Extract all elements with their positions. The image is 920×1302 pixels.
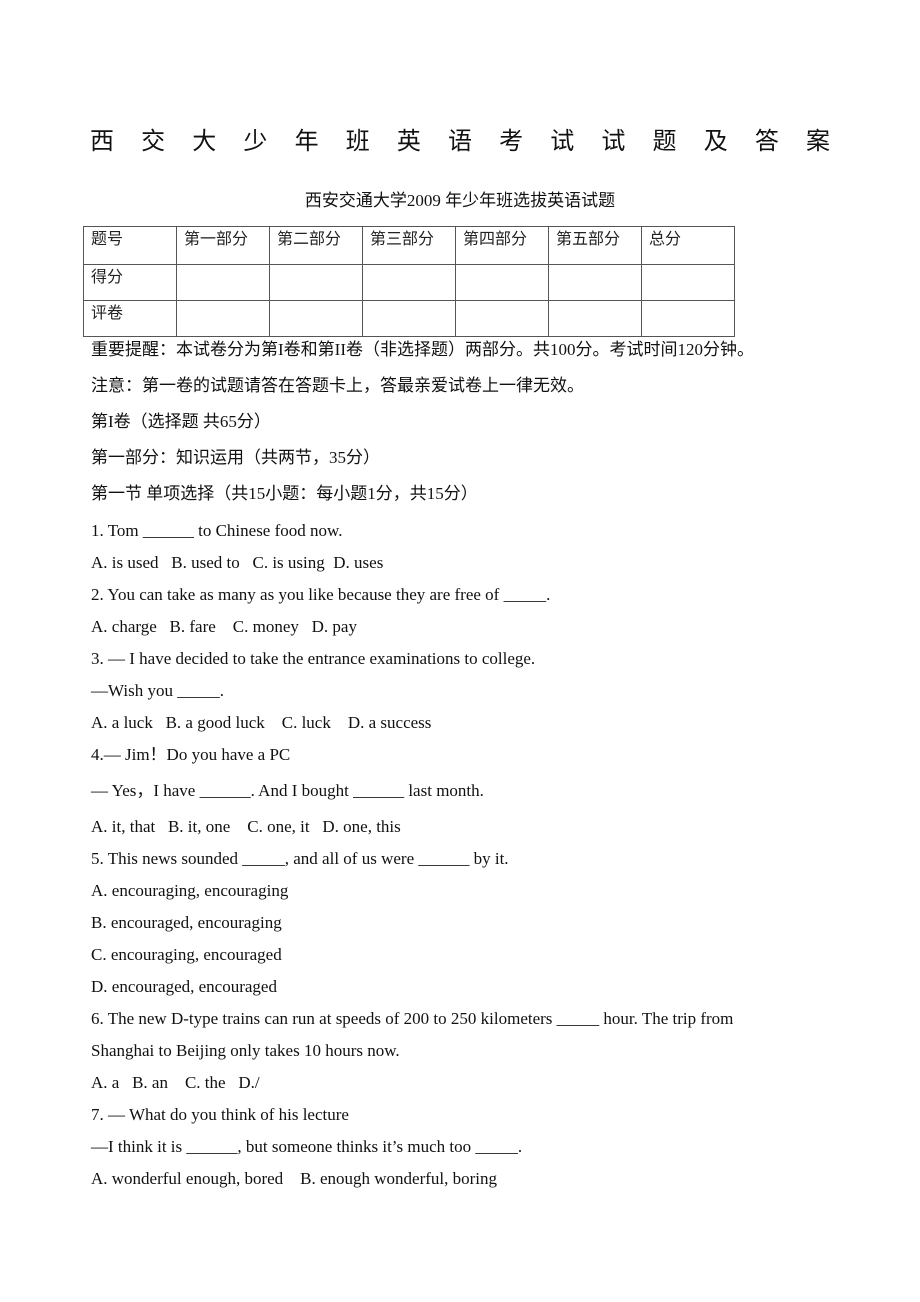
title-char: 考 xyxy=(499,127,524,155)
question-6-options: A. a B. an C. the D./ xyxy=(91,1073,260,1092)
header-cell: 第一部分 xyxy=(176,226,270,265)
question-3-reply: —Wish you _____. xyxy=(91,681,224,700)
section-part-1: 第一部分：知识运用（共两节，35分） xyxy=(91,448,380,467)
subtitle-text: 西安交通大学2009 年少年班选拔英语试题 xyxy=(304,191,616,210)
score-cell xyxy=(548,300,642,337)
question-5: 5. This news sounded _____, and all of u… xyxy=(91,849,509,868)
question-5-option-a: A. encouraging, encouraging xyxy=(91,881,289,900)
question-7-options: A. wonderful enough, bored B. enough won… xyxy=(91,1169,498,1188)
score-table: 题号 第一部分 第二部分 第三部分 第四部分 第五部分 总分 得分 评卷 xyxy=(83,226,735,337)
question-5-option-c: C. encouraging, encouraged xyxy=(91,945,282,964)
score-table-row: 得分 xyxy=(83,264,735,301)
title-char: 少 xyxy=(243,127,268,155)
document-title: 西 交 大 少 年 班 英 语 考 试 试 题 及 答 案 xyxy=(90,124,830,158)
title-char: 题 xyxy=(652,127,677,155)
title-char: 交 xyxy=(141,127,166,155)
question-6: 6. The new D-type trains can run at spee… xyxy=(91,1009,734,1028)
score-cell xyxy=(641,264,735,301)
question-6-continued: Shanghai to Beijing only takes 10 hours … xyxy=(91,1041,400,1060)
title-char: 答 xyxy=(754,127,779,155)
title-char: 及 xyxy=(703,127,728,155)
question-1-options: A. is used B. used to C. is using D. use… xyxy=(91,553,384,572)
question-7-reply: —I think it is ______, but someone think… xyxy=(91,1137,523,1156)
title-char: 语 xyxy=(447,127,472,155)
question-5-option-d: D. encouraged, encouraged xyxy=(91,977,277,996)
title-char: 大 xyxy=(192,127,217,155)
header-cell: 第三部分 xyxy=(362,226,456,265)
instruction-note: 注意：第一卷的试题请答在答题卡上，答最亲爱试卷上一律无效。 xyxy=(91,376,584,395)
row-label-cell: 评卷 xyxy=(83,300,177,337)
score-cell xyxy=(455,264,549,301)
section-volume-1: 第I卷（选择题 共65分） xyxy=(91,412,271,431)
exam-subtitle: 西安交通大学2009 年少年班选拔英语试题 xyxy=(0,189,920,213)
row-label-cell: 得分 xyxy=(83,264,177,301)
question-4: 4.— Jim！Do you have a PC xyxy=(91,745,291,764)
question-4-reply: — Yes，I have ______. And I bought ______… xyxy=(91,781,484,800)
header-cell: 题号 xyxy=(83,226,177,265)
score-cell xyxy=(269,264,363,301)
question-3: 3. — I have decided to take the entrance… xyxy=(91,649,536,668)
title-char: 英 xyxy=(396,127,421,155)
title-char: 班 xyxy=(345,127,370,155)
title-char: 案 xyxy=(805,127,830,155)
question-2: 2. You can take as many as you like beca… xyxy=(91,585,551,604)
score-table-row: 评卷 xyxy=(83,300,735,337)
score-cell xyxy=(362,300,456,337)
header-cell: 第二部分 xyxy=(269,226,363,265)
question-2-options: A. charge B. fare C. money D. pay xyxy=(91,617,357,636)
question-4-options: A. it, that B. it, one C. one, it D. one… xyxy=(91,817,401,836)
question-1: 1. Tom ______ to Chinese food now. xyxy=(91,521,343,540)
title-char: 西 xyxy=(90,127,114,155)
score-cell xyxy=(455,300,549,337)
section-subsection-1: 第一节 单项选择（共15小题：每小题1分，共15分） xyxy=(91,484,478,503)
score-cell xyxy=(269,300,363,337)
instruction-important: 重要提醒：本试卷分为第I卷和第II卷（非选择题）两部分。共100分。考试时间12… xyxy=(91,340,754,359)
question-3-options: A. a luck B. a good luck C. luck D. a su… xyxy=(91,713,432,732)
header-cell: 总分 xyxy=(641,226,735,265)
header-cell: 第四部分 xyxy=(455,226,549,265)
header-cell: 第五部分 xyxy=(548,226,642,265)
score-table-header-row: 题号 第一部分 第二部分 第三部分 第四部分 第五部分 总分 xyxy=(83,226,735,265)
score-cell xyxy=(362,264,456,301)
score-cell xyxy=(176,264,270,301)
title-char: 年 xyxy=(294,127,319,155)
question-7: 7. — What do you think of his lecture xyxy=(91,1105,349,1124)
score-cell xyxy=(641,300,735,337)
title-char: 试 xyxy=(601,127,626,155)
score-cell xyxy=(176,300,270,337)
question-5-option-b: B. encouraged, encouraging xyxy=(91,913,282,932)
score-cell xyxy=(548,264,642,301)
title-char: 试 xyxy=(550,127,575,155)
